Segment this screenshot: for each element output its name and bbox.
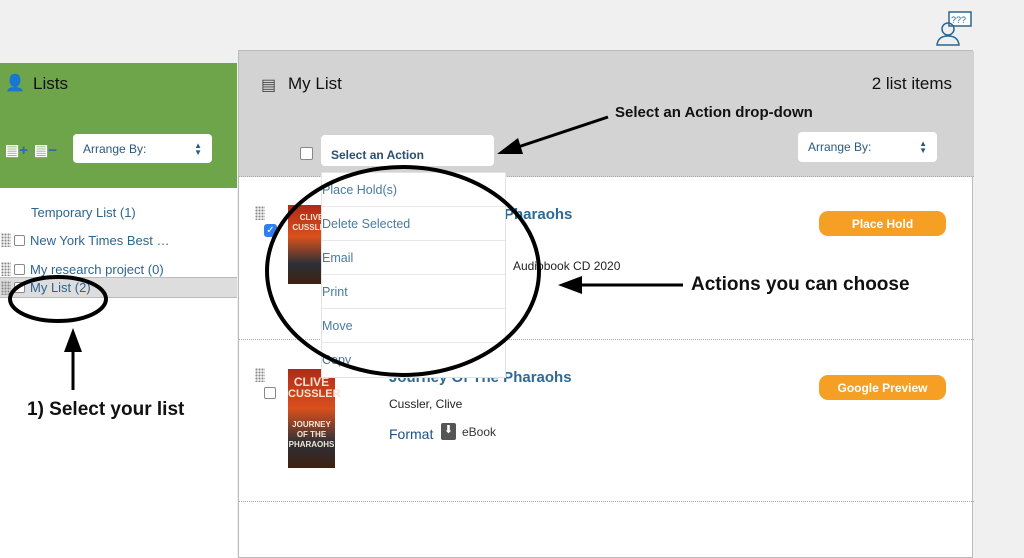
action-delete-selected[interactable]: Delete Selected [322, 207, 505, 241]
list-header: ▤ My List 2 list items Select an Action … [239, 51, 974, 177]
action-select[interactable]: Select an Action [321, 135, 494, 166]
action-print[interactable]: Print [322, 275, 505, 309]
annotation-dropdown: Select an Action drop-down [615, 104, 813, 121]
list-label: My List (2) [30, 280, 91, 295]
list-label: Temporary List (1) [31, 204, 136, 220]
place-hold-button[interactable]: Place Hold [819, 211, 946, 236]
list-count: 2 list items [871, 74, 952, 93]
download-icon: ⬇ [441, 423, 456, 440]
action-move[interactable]: Move [322, 309, 505, 343]
list-checkbox[interactable] [14, 263, 25, 275]
help-icon[interactable]: ??? [935, 11, 973, 47]
lists-sidebar: 👤 Lists ▤+ ▤− Arrange By: ▲ ▼ Temporary Li… [0, 63, 237, 558]
cover-text: CLIVE [299, 213, 324, 222]
drag-handle-icon[interactable] [1, 280, 11, 295]
action-select-label: Select an Action [331, 148, 424, 162]
lists-icon: 👤 [5, 75, 25, 92]
drag-handle-icon[interactable] [1, 262, 11, 276]
list-label: New York Times Best … [30, 232, 170, 248]
action-place-holds[interactable]: Place Hold(s) [322, 173, 505, 207]
list-item-temporary[interactable]: Temporary List (1) [0, 202, 237, 222]
arrange-select[interactable]: Arrange By: ▲ ▼ [798, 132, 937, 162]
annotation-select-list: 1) Select your list [27, 399, 185, 420]
drag-handle-icon[interactable] [1, 233, 11, 247]
add-list-icon[interactable]: ▤+ [5, 141, 28, 159]
book-cover[interactable]: CLIVE CUSSLER JOURNEY OF THE PHARAOHS [288, 369, 341, 468]
format-text: Audiobook CD 2020 [513, 259, 621, 273]
cover-text: CUSSLER [288, 388, 341, 400]
google-preview-button[interactable]: Google Preview [819, 375, 946, 400]
item-checkbox[interactable] [264, 387, 276, 399]
format-text: eBook [462, 425, 497, 439]
list-label: My research project (0) [30, 261, 164, 277]
list-icon: ▤ [261, 77, 277, 94]
lists-title: Lists [33, 74, 68, 93]
list-title: My List [288, 74, 342, 93]
action-copy[interactable]: Copy [322, 343, 505, 377]
list-checkbox[interactable] [14, 282, 25, 293]
book-title-link[interactable]: Pharaohs [504, 206, 572, 223]
cover-text: JOURNEY OF THE PHARAOHS [288, 420, 335, 449]
list-checkbox[interactable] [14, 234, 25, 246]
arrange-label: Arrange By: [808, 140, 872, 154]
drag-handle-icon[interactable] [255, 368, 265, 382]
drag-handle-icon[interactable] [255, 206, 265, 220]
sort-arrows-icon: ▲ ▼ [919, 139, 927, 155]
lists-arrange-select[interactable]: Arrange By: ▲ ▼ [73, 134, 212, 163]
list-item-my-list[interactable]: My List (2) [0, 277, 237, 298]
select-all-checkbox[interactable] [300, 147, 313, 160]
list-item-nyt[interactable]: New York Times Best … [0, 230, 237, 250]
author: Cussler, Clive [389, 397, 463, 411]
format-label: Format [389, 426, 434, 442]
item-checkbox-checked[interactable]: ✓ [264, 224, 277, 237]
sort-arrows-icon: ▲ ▼ [194, 140, 202, 157]
list-panel: ▤ My List 2 list items Select an Action … [238, 50, 974, 558]
svg-text:???: ??? [951, 15, 966, 25]
annotation-actions: Actions you can choose [691, 274, 910, 295]
arrange-label: Arrange By: [83, 141, 147, 156]
action-dropdown-menu: Place Hold(s) Delete Selected Email Prin… [321, 172, 506, 378]
lists-header: 👤 Lists ▤+ ▤− Arrange By: ▲ ▼ [0, 63, 237, 188]
action-email[interactable]: Email [322, 241, 505, 275]
remove-list-icon[interactable]: ▤− [34, 141, 57, 159]
list-item-research[interactable]: My research project (0) [0, 259, 237, 279]
